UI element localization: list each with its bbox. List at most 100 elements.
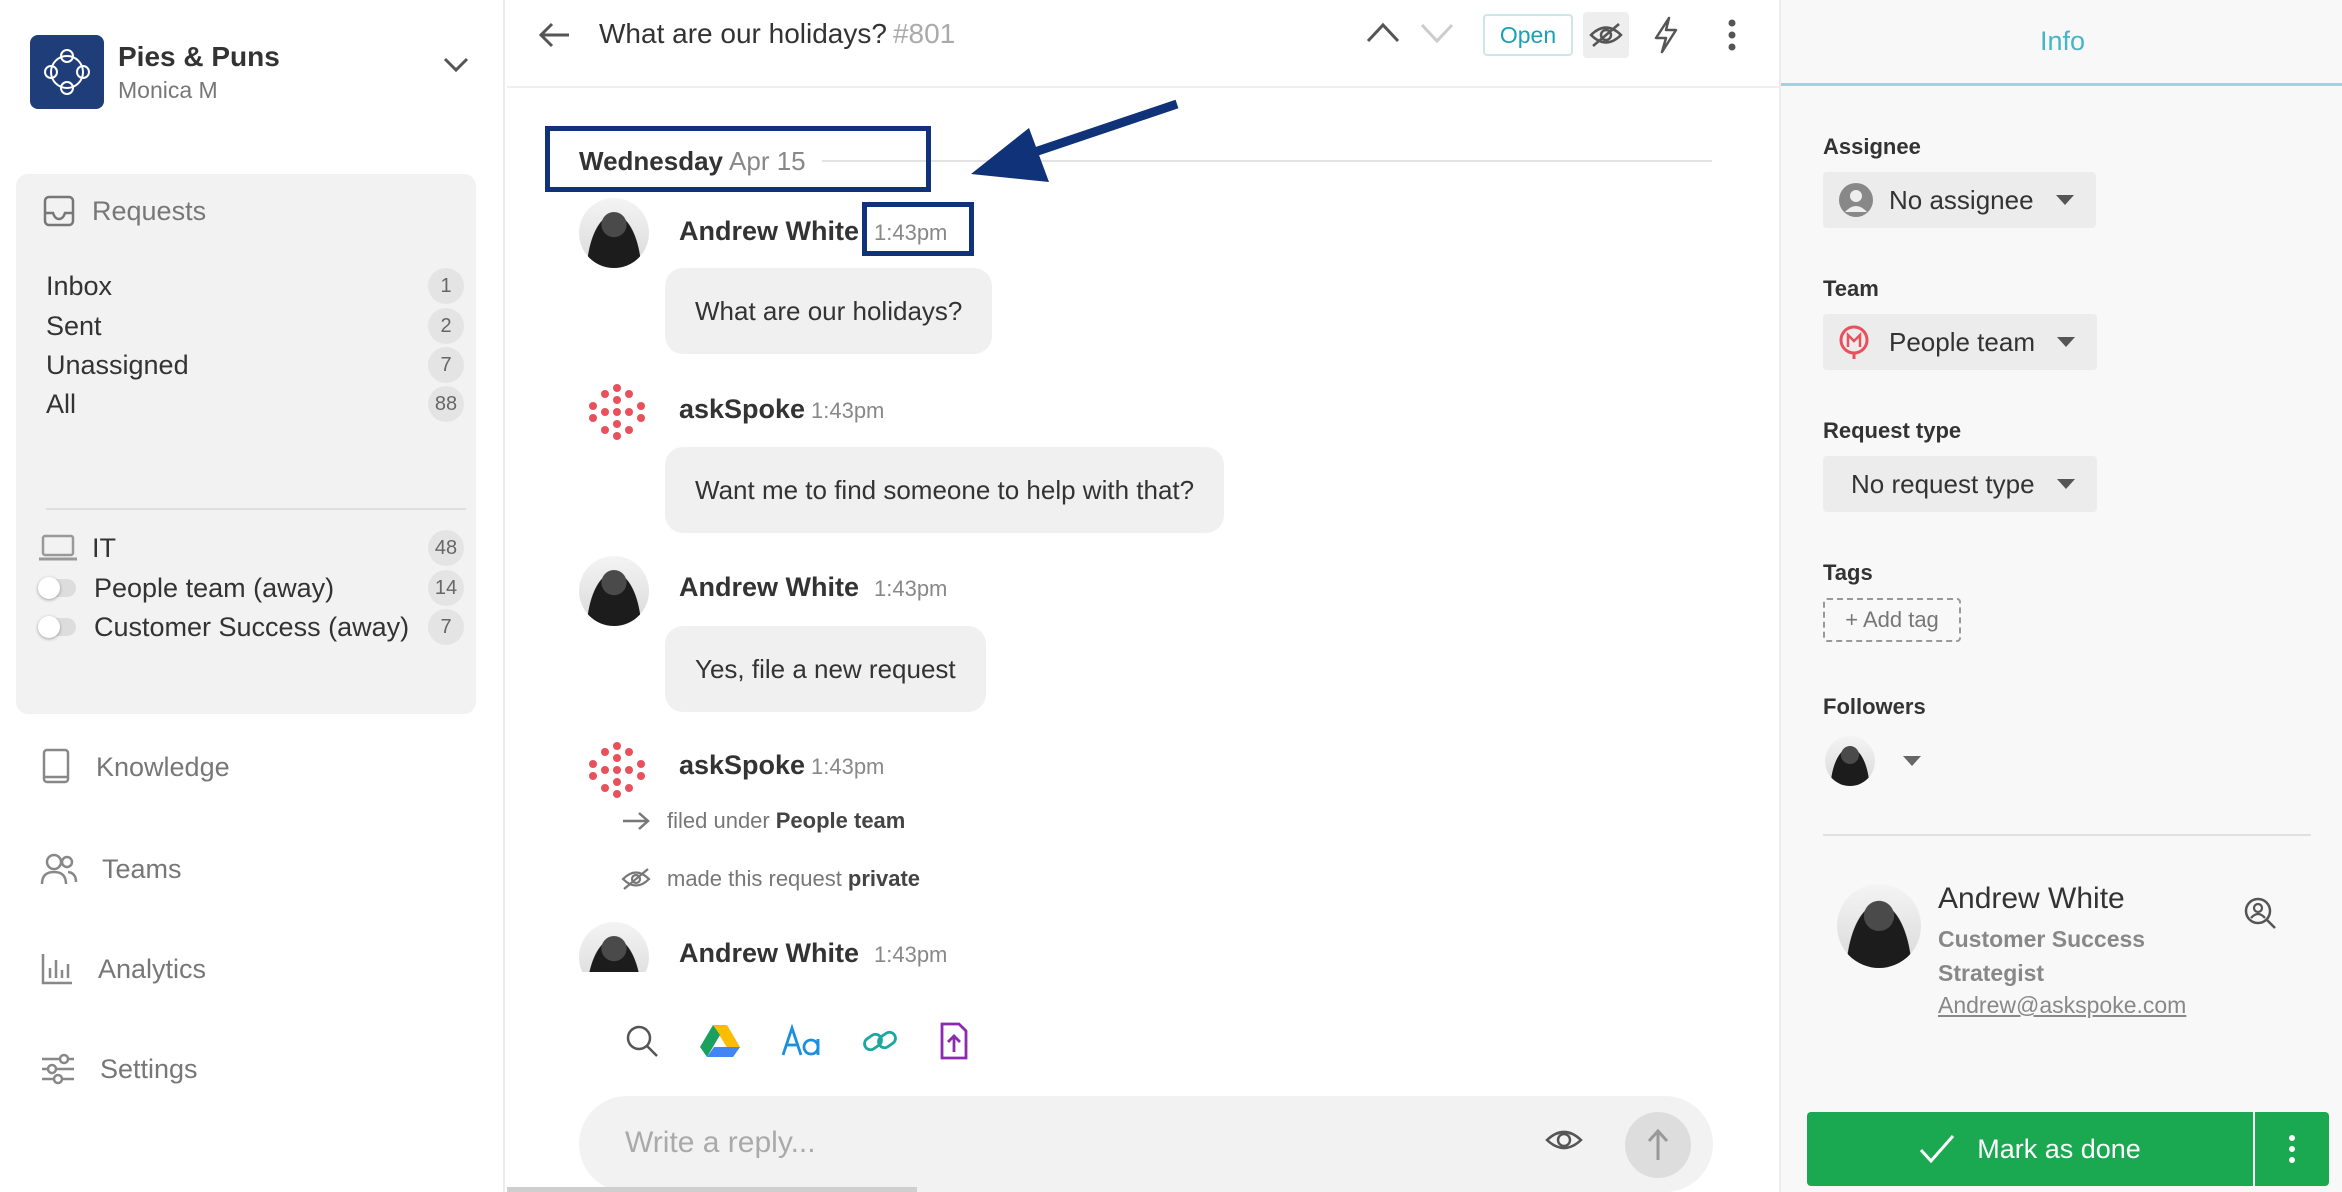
event-made-private: made this request private xyxy=(621,866,921,892)
eye-off-icon xyxy=(621,868,651,890)
eye-icon[interactable] xyxy=(1545,1126,1583,1159)
checkmark-icon xyxy=(1920,1135,1955,1164)
chevron-down-icon[interactable] xyxy=(1419,20,1455,49)
message-bubble: Want me to find someone to help with tha… xyxy=(665,447,1225,533)
away-toggle[interactable] xyxy=(38,616,76,638)
more-options-icon xyxy=(2289,1135,2295,1163)
requester-avatar xyxy=(1837,884,1921,968)
more-options-icon[interactable] xyxy=(1727,18,1737,57)
inbox-icon xyxy=(43,195,75,227)
avatar[interactable] xyxy=(579,922,649,972)
message-clip: Andrew White 1:43pm xyxy=(507,900,1779,972)
event-text: filed under xyxy=(667,808,770,833)
request-type-dropdown[interactable]: No request type xyxy=(1823,456,2097,512)
highlight-box xyxy=(545,126,931,192)
sidebar-item-label: All xyxy=(46,388,77,419)
message-time: 1:43pm xyxy=(811,398,885,423)
field-label: Team xyxy=(1823,276,1879,301)
team-dropdown[interactable]: People team xyxy=(1823,314,2097,370)
private-toggle-button[interactable] xyxy=(1583,12,1629,58)
field-label: Assignee xyxy=(1823,134,1921,159)
status-badge[interactable]: Open xyxy=(1483,14,1573,56)
sidebar-item-sent[interactable]: Sent 2 xyxy=(46,306,464,346)
message-author[interactable]: askSpoke xyxy=(679,750,805,781)
requester-name: Andrew White xyxy=(1938,882,2125,915)
count-badge: 88 xyxy=(428,386,464,422)
sidebar-item-inbox[interactable]: Inbox 1 xyxy=(46,266,464,306)
away-toggle[interactable] xyxy=(38,577,76,599)
chevron-up-icon[interactable] xyxy=(1365,20,1401,49)
composer-toolbar xyxy=(625,1022,1009,1060)
sidebar-item-it[interactable]: IT 48 xyxy=(38,528,464,568)
nav-teams[interactable]: Teams xyxy=(40,844,182,894)
caret-down-icon xyxy=(2056,337,2075,347)
sidebar-item-label: Customer Success (away) xyxy=(94,611,410,642)
dropdown-value: No assignee xyxy=(1889,184,2034,215)
nav-knowledge[interactable]: Knowledge xyxy=(40,742,230,792)
nav-analytics[interactable]: Analytics xyxy=(40,944,206,994)
workspace-switcher[interactable]: Pies & Puns Monica M xyxy=(30,34,470,110)
avatar[interactable] xyxy=(579,556,649,626)
askspoke-logo-icon xyxy=(589,384,645,440)
message-time: 1:43pm xyxy=(811,754,885,779)
scrollbar[interactable] xyxy=(507,1187,917,1192)
caret-down-icon[interactable] xyxy=(1903,756,1921,766)
workspace-user: Monica M xyxy=(118,76,218,103)
count-badge: 7 xyxy=(428,609,464,645)
sidebar-item-unassigned[interactable]: Unassigned 7 xyxy=(46,345,464,385)
tab-info[interactable]: Info xyxy=(1781,0,2342,86)
sidebar-item-all[interactable]: All 88 xyxy=(46,384,464,424)
info-panel: Info Assignee No assignee Team People te… xyxy=(1779,0,2342,1192)
requests-heading[interactable]: Requests xyxy=(42,194,206,228)
sidebar-item-label: People team (away) xyxy=(94,572,335,603)
chevron-down-icon[interactable] xyxy=(442,56,470,79)
avatar[interactable] xyxy=(579,198,649,268)
send-button[interactable] xyxy=(1625,1112,1691,1178)
follower-avatar[interactable] xyxy=(1825,736,1875,786)
message-bubble: What are our holidays? xyxy=(665,268,993,354)
field-label: Tags xyxy=(1823,560,1873,585)
event-value: private xyxy=(847,866,921,891)
profile-search-icon[interactable] xyxy=(2243,896,2277,935)
caret-down-icon xyxy=(2056,479,2075,489)
message-author[interactable]: Andrew White xyxy=(679,572,859,603)
sidebar-item-people-team[interactable]: People team (away) 14 xyxy=(38,568,464,608)
assignee-dropdown[interactable]: No assignee xyxy=(1823,172,2096,228)
search-icon[interactable] xyxy=(625,1024,659,1058)
back-arrow-icon[interactable] xyxy=(537,20,571,55)
askspoke-logo-icon xyxy=(589,742,645,798)
lightning-icon[interactable] xyxy=(1653,16,1679,59)
conversation-pane: What are our holidays? #801 Open Wednesda… xyxy=(507,0,1779,1192)
thread-title-text: What are our holidays? xyxy=(599,18,887,49)
google-drive-icon[interactable] xyxy=(699,1023,741,1059)
nav-settings[interactable]: Settings xyxy=(40,1044,198,1094)
upload-file-icon[interactable] xyxy=(939,1022,969,1060)
reply-input[interactable] xyxy=(625,1120,1425,1166)
count-badge: 1 xyxy=(428,268,464,304)
nav-label: Teams xyxy=(102,853,182,884)
message-author[interactable]: askSpoke xyxy=(679,394,805,425)
done-more-button[interactable] xyxy=(2255,1112,2329,1186)
thread-title: What are our holidays? #801 xyxy=(599,18,955,50)
arrow-up-icon xyxy=(1647,1128,1669,1160)
message-author[interactable]: Andrew White xyxy=(679,938,859,969)
requester-title: Customer Success Strategist xyxy=(1938,926,2146,986)
arrow-right-icon xyxy=(623,812,650,830)
requests-section: Requests Inbox 1 Sent 2 Unassigned 7 All… xyxy=(16,174,476,714)
dropdown-value: No request type xyxy=(1851,468,2035,499)
link-icon[interactable] xyxy=(861,1024,899,1058)
event-text: made this request xyxy=(667,866,842,891)
sliders-icon xyxy=(42,1053,74,1085)
sidebar-item-label: Unassigned xyxy=(46,349,189,380)
message-author[interactable]: Andrew White xyxy=(679,216,859,247)
text-format-icon[interactable] xyxy=(781,1024,821,1058)
event-filed-under: filed under People team xyxy=(623,808,906,834)
count-badge: 2 xyxy=(428,308,464,344)
requester-email[interactable]: Andrew@askspoke.com xyxy=(1938,992,2186,1019)
nav-label: Knowledge xyxy=(96,751,230,782)
sidebar-item-customer-success[interactable]: Customer Success (away) 7 xyxy=(38,607,464,647)
add-tag-button[interactable]: + Add tag xyxy=(1823,598,1961,642)
event-value: People team xyxy=(775,808,906,833)
sidebar: Pies & Puns Monica M Requests Inbox 1 Se… xyxy=(0,0,505,1192)
mark-as-done-button[interactable]: Mark as done xyxy=(1807,1112,2253,1186)
